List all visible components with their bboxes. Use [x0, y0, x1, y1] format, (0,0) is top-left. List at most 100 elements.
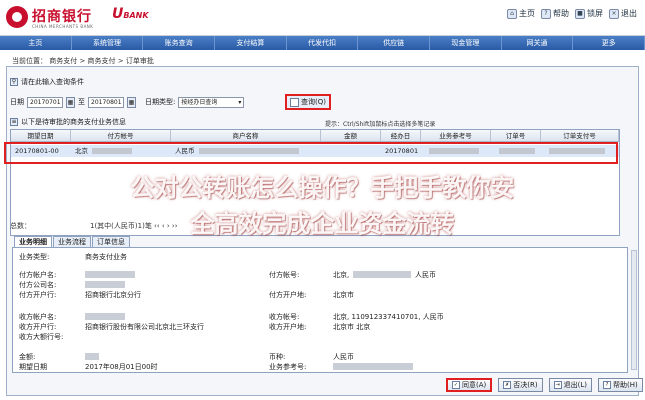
redacted-block: [499, 148, 535, 154]
query-hint: ⚲ 请在此输入查询条件: [10, 77, 84, 87]
date-type-select[interactable]: 按经办日查询 ▾: [178, 96, 245, 108]
cell-merchant: 人民币: [171, 145, 321, 157]
column-header[interactable]: 订单号: [491, 130, 541, 141]
redacted-block: [198, 148, 299, 154]
payer-acct-no-prefix: 北京,: [333, 271, 350, 279]
date-row: 日期 20170701 ▦ 至 20170801 ▦ 日期类型: 按经办日查询 ▾: [10, 95, 245, 109]
header-link-home[interactable]: ⌂ 主页: [507, 8, 535, 19]
action-bar: ✓ 同意(A) ✗ 否决(R) ⇥ 退出(L) ? 帮助(H): [446, 378, 643, 392]
cell-currency: 人民币: [175, 147, 195, 155]
header-link-help[interactable]: ? 帮助: [541, 8, 569, 19]
redacted-block: [85, 281, 125, 288]
date-type-value: 按经办日查询: [181, 98, 218, 106]
redacted-block: [333, 363, 413, 370]
table-header: 期望日期 付方帐号 商户名称 金额 经办日 业务参考号 订单号 订单支付号: [11, 130, 619, 142]
payee-open-place-label: 收方开户地:: [269, 323, 307, 331]
redacted-block: [85, 313, 125, 320]
payer-bank-value: 招商银行北京分行: [85, 291, 141, 299]
query-button-label: 查询(Q): [301, 98, 326, 106]
list-caption: ≡ 以下是待审批的商务支付业务信息: [10, 117, 126, 127]
date-from-input[interactable]: 20170701: [27, 96, 63, 108]
ubank-letter: U: [112, 6, 124, 22]
exit-icon: ⇥: [553, 381, 562, 389]
detail-scrollbar[interactable]: [631, 250, 637, 370]
column-header[interactable]: 商户名称: [171, 130, 321, 141]
list-caption-text: 以下是待审批的商务支付业务信息: [21, 118, 126, 126]
exit-icon: ×: [609, 8, 619, 19]
tab-order-info[interactable]: 订单信息: [92, 236, 130, 247]
reject-icon: ✗: [503, 381, 512, 389]
header-link-label: 主页: [519, 9, 535, 18]
payee-acct-no-label: 收方帐号:: [269, 313, 300, 321]
payee-bank-value: 招商银行股份有限公司北京北三环支行: [85, 323, 204, 331]
nav-item-payroll[interactable]: 代发代扣: [287, 36, 359, 50]
header: 招商银行 CHINA MERCHANTS BANK UBANK ⌂ 主页 ? 帮助 …: [0, 0, 645, 36]
date-to-input[interactable]: 20170801: [88, 96, 124, 108]
query-button[interactable]: 查询(Q): [285, 94, 331, 110]
business-detail-panel: 业务类型: 商务支付业务 付方帐户名: 付方公司名: 付方开户行: 招商银行北京…: [12, 247, 628, 373]
column-header[interactable]: 经办日: [381, 130, 421, 141]
breadcrumb: 当前位置： 商务支付 > 商务支付 > 订单审批: [12, 57, 154, 65]
reject-button[interactable]: ✗ 否决(R): [498, 378, 543, 392]
nav-item-cash[interactable]: 现金管理: [430, 36, 502, 50]
payee-account-label: 收方帐户名:: [19, 313, 57, 321]
bank-name-en: CHINA MERCHANTS BANK: [32, 24, 94, 29]
cell-order-pay-no: [541, 145, 619, 157]
payer-company-label: 付方公司名:: [19, 281, 57, 289]
home-icon: ⌂: [507, 8, 517, 19]
redacted-block: [92, 148, 132, 154]
nav-item-account[interactable]: 账务查询: [143, 36, 216, 50]
currency-value: 人民币: [333, 353, 354, 361]
amount-label: 金额:: [19, 353, 36, 361]
cell-amount: [321, 145, 381, 157]
expect-date-value: 2017年08月01日00时: [85, 363, 158, 371]
ref-label: 业务参考号:: [269, 363, 307, 371]
document-icon: ≡: [10, 118, 18, 126]
nav-item-system[interactable]: 系统管理: [72, 36, 144, 50]
ubank-sub: BANK: [123, 11, 149, 20]
header-link-label: 帮助: [553, 9, 569, 18]
column-header[interactable]: 金额: [321, 130, 381, 141]
payee-bank-no-label: 收方大额行号:: [19, 333, 64, 341]
payee-bank-label: 收方开户行:: [19, 323, 57, 331]
calendar-icon[interactable]: ▦: [66, 96, 75, 108]
date-type-label: 日期类型:: [145, 98, 176, 106]
header-link-lock[interactable]: ■ 锁屏: [575, 8, 603, 19]
payer-open-place-value: 北京市: [333, 291, 354, 299]
column-header[interactable]: 业务参考号: [421, 130, 491, 141]
cell-payer-city: 北京: [75, 147, 88, 155]
nav-item-supply-chain[interactable]: 供应链: [358, 36, 431, 50]
pending-orders-table: 期望日期 付方帐号 商户名称 金额 经办日 业务参考号 订单号 订单支付号 20…: [10, 129, 620, 236]
reject-label: 否决(R): [513, 381, 538, 389]
nav-item-more[interactable]: 更多: [573, 36, 645, 50]
exit-label: 退出(L): [563, 381, 587, 389]
multi-select-hint: 提示：Ctrl/Shift加鼠标点击选择多笔记录: [325, 121, 436, 128]
column-header[interactable]: 期望日期: [11, 130, 71, 141]
help-button[interactable]: ? 帮助(H): [597, 378, 643, 392]
help-icon: ?: [541, 8, 551, 19]
nav-item-home[interactable]: 主页: [0, 36, 72, 50]
cell-ref: [421, 145, 491, 157]
pager[interactable]: 1(其中(人民币)1)笔 ‹‹ ‹ › ››: [90, 221, 178, 231]
calendar-icon[interactable]: ▦: [127, 96, 136, 108]
payer-open-place-label: 付方开户地:: [269, 291, 307, 299]
bank-logo-icon: [6, 6, 28, 28]
approve-button[interactable]: ✓ 同意(A): [446, 378, 493, 392]
column-header[interactable]: 订单支付号: [541, 130, 619, 141]
nav-item-gateway[interactable]: 网关通: [502, 36, 574, 50]
search-icon: ⚲: [10, 78, 18, 86]
payer-bank-label: 付方开户行:: [19, 291, 57, 299]
redacted-block: [85, 271, 135, 278]
exit-button[interactable]: ⇥ 退出(L): [548, 378, 592, 392]
approve-label: 同意(A): [462, 381, 487, 389]
cell-payer: 北京: [71, 145, 171, 157]
header-links: ⌂ 主页 ? 帮助 ■ 锁屏 × 退出: [507, 8, 637, 19]
nav-item-payment[interactable]: 支付结算: [215, 36, 287, 50]
payer-account-label: 付方帐户名:: [19, 271, 57, 279]
column-header[interactable]: 付方帐号: [71, 130, 171, 141]
table-row[interactable]: 20170801-00 北京 人民币 20170801: [11, 145, 619, 157]
tab-business-flow[interactable]: 业务流程: [53, 236, 91, 247]
detail-tabs: 业务明细 业务流程 订单信息: [14, 236, 130, 247]
header-link-exit[interactable]: × 退出: [609, 8, 637, 19]
tab-business-detail[interactable]: 业务明细: [14, 236, 52, 247]
